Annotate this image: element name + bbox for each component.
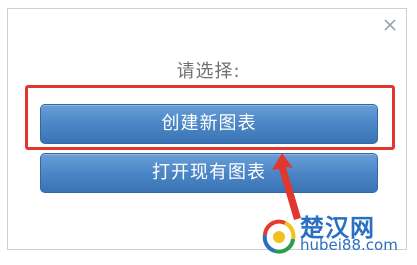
dialog-prompt: 请选择: <box>176 61 241 82</box>
create-new-chart-button[interactable]: 创建新图表 <box>40 104 378 144</box>
watermark-url: hubei88.com <box>300 236 398 254</box>
open-existing-chart-button[interactable]: 打开现有图表 <box>40 153 378 193</box>
close-icon[interactable] <box>383 18 397 32</box>
watermark-globe-icon <box>262 219 296 254</box>
